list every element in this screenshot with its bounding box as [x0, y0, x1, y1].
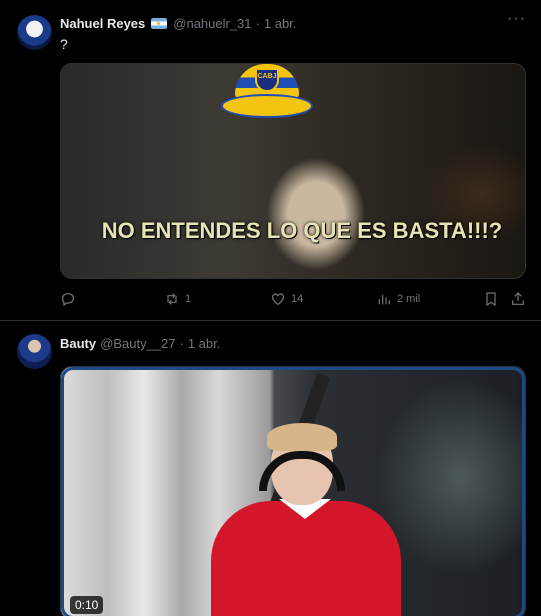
retweet-count: 1	[185, 293, 192, 305]
share-icon	[512, 292, 524, 305]
tweet-date[interactable]: 1 abr.	[264, 16, 297, 31]
heart-icon	[272, 293, 284, 306]
author-name[interactable]: Nahuel Reyes	[60, 16, 145, 31]
hat-badge: CABJ	[255, 68, 279, 92]
retweet-button[interactable]: 1	[164, 291, 191, 307]
author-name[interactable]: Bauty	[60, 336, 96, 351]
views-button[interactable]: 2 mil	[376, 291, 420, 307]
author-handle[interactable]: @nahuelr_31	[173, 16, 251, 31]
streamer-image	[211, 423, 401, 616]
video-duration: 0:10	[70, 596, 104, 614]
more-icon[interactable]: ···	[507, 11, 525, 32]
tweet[interactable]: Bauty @Bauty__27 · 1 abr. 0:10	[0, 322, 541, 616]
bookmark-button[interactable]	[483, 291, 499, 307]
bookmark-icon	[486, 292, 496, 307]
reply-icon	[62, 293, 74, 307]
tweet-video[interactable]	[60, 366, 526, 616]
views-count: 2 mil	[397, 293, 421, 305]
argentina-flag-icon	[151, 17, 168, 29]
share-button[interactable]	[510, 291, 526, 307]
like-button[interactable]: 14	[270, 291, 303, 307]
tweet-date[interactable]: 1 abr.	[188, 336, 221, 351]
tweet-image[interactable]: CABJ NO ENTENDES LO QUE ES BASTA!!!?	[60, 63, 526, 279]
views-icon	[378, 295, 390, 305]
tweet[interactable]: Nahuel Reyes @nahuelr_31 · 1 abr. ··· ? …	[0, 0, 541, 321]
tweet-header: Bauty @Bauty__27 · 1 abr.	[60, 334, 220, 352]
tweet-header: Nahuel Reyes @nahuelr_31 · 1 abr.	[60, 14, 296, 32]
separator: ·	[255, 15, 260, 31]
boca-hat-image: CABJ	[221, 64, 313, 118]
like-count: 14	[291, 293, 304, 305]
image-caption: NO ENTENDES LO QUE ES BASTA!!!?	[101, 218, 503, 243]
avatar[interactable]	[17, 15, 52, 50]
tweet-text: ?	[60, 36, 68, 52]
author-handle[interactable]: @Bauty__27	[100, 336, 175, 351]
avatar[interactable]	[17, 334, 52, 369]
reply-button[interactable]	[60, 291, 81, 307]
retweet-icon	[167, 293, 177, 305]
separator: ·	[179, 335, 184, 351]
tweet-actions: 1 14 2 mil	[60, 291, 526, 311]
